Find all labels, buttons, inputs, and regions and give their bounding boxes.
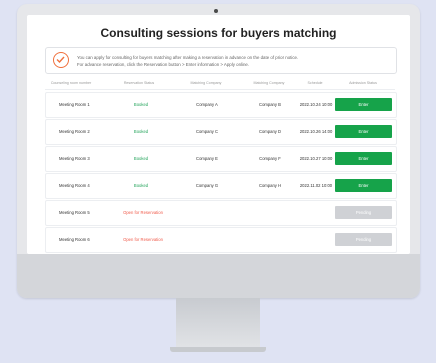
company-b: Company H xyxy=(258,183,282,188)
room-name: Meeting Room 5 xyxy=(59,210,90,215)
header-room: Counseling room number xyxy=(50,81,92,85)
company-b: Company F xyxy=(259,156,281,161)
schedule: 2022.10.24 10:00 xyxy=(299,102,333,107)
monitor-stand xyxy=(176,298,260,350)
table-row: Meeting Room 5 Open for Reservation Pend… xyxy=(45,200,397,226)
schedule: 2022.10.26 14:00 xyxy=(299,129,333,134)
reservation-status[interactable]: Open for Reservation xyxy=(123,237,163,242)
company-a: Company A xyxy=(196,102,218,107)
schedule: 2022.11.02 10:00 xyxy=(299,183,333,188)
company-a: Company C xyxy=(195,129,219,134)
table-header: Counseling room number Reservation Statu… xyxy=(45,80,395,90)
notice-line-1: You can apply for consulting for buyers … xyxy=(77,55,299,60)
header-status: Reservation Status xyxy=(123,81,155,85)
header-schedule: Schedule xyxy=(307,81,323,85)
monitor-frame: Consulting sessions for buyers matching … xyxy=(17,4,420,298)
table-row: Meeting Room 1 Booked Company A Company … xyxy=(45,92,397,118)
reservation-status: Booked xyxy=(133,183,149,188)
table-row: Meeting Room 3 Booked Company E Company … xyxy=(45,146,397,172)
room-name: Meeting Room 6 xyxy=(59,237,90,242)
monitor-base xyxy=(170,347,266,352)
screen: Consulting sessions for buyers matching … xyxy=(27,15,410,254)
reservation-status: Booked xyxy=(133,156,149,161)
reservation-status[interactable]: Open for Reservation xyxy=(123,210,163,215)
company-b: Company D xyxy=(258,129,282,134)
room-name: Meeting Room 4 xyxy=(59,183,90,188)
header-company-b: Matching Company xyxy=(253,81,285,85)
pending-button[interactable]: Pending xyxy=(335,233,392,246)
page-title: Consulting sessions for buyers matching xyxy=(100,26,337,40)
camera-dot-icon xyxy=(214,9,218,13)
monitor-chin xyxy=(17,254,420,298)
table-row: Meeting Room 4 Booked Company G Company … xyxy=(45,173,397,199)
table-row: Meeting Room 2 Booked Company C Company … xyxy=(45,119,397,145)
company-a: Company E xyxy=(196,156,218,161)
reservation-status: Booked xyxy=(133,102,149,107)
room-name: Meeting Room 3 xyxy=(59,156,90,161)
enter-button[interactable]: Enter xyxy=(335,125,392,138)
room-name: Meeting Room 1 xyxy=(59,102,90,107)
header-admission: Admission Status xyxy=(349,81,377,85)
enter-button[interactable]: Enter xyxy=(335,152,392,165)
pending-button[interactable]: Pending xyxy=(335,206,392,219)
company-a: Company G xyxy=(195,183,219,188)
header-company-a: Matching Company xyxy=(190,81,222,85)
room-name: Meeting Room 2 xyxy=(59,129,90,134)
notice-box: You can apply for consulting for buyers … xyxy=(45,47,397,74)
reservation-status: Booked xyxy=(133,129,149,134)
company-b: Company B xyxy=(259,102,281,107)
table-row: Meeting Room 6 Open for Reservation Pend… xyxy=(45,227,397,253)
schedule: 2022.10.27 10:00 xyxy=(299,156,333,161)
enter-button[interactable]: Enter xyxy=(335,98,392,111)
notice-line-2: For advance reservation, click the Reser… xyxy=(77,62,250,67)
check-circle-icon xyxy=(53,52,69,68)
enter-button[interactable]: Enter xyxy=(335,179,392,192)
